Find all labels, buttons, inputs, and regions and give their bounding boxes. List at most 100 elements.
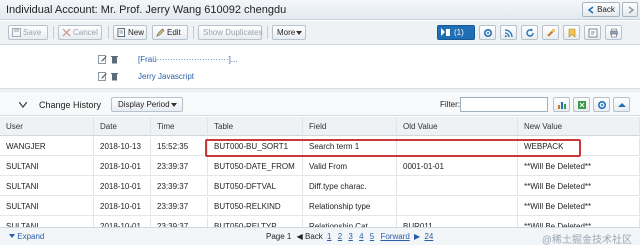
- toolbar-divider: [53, 26, 54, 39]
- toolbar-divider: [193, 26, 194, 39]
- page-link[interactable]: 3: [348, 232, 352, 241]
- back-button[interactable]: Back: [582, 2, 620, 17]
- relationship-link[interactable]: Jerry Javascript: [138, 72, 194, 81]
- arrow-left-icon: [587, 6, 594, 14]
- export-button[interactable]: [573, 97, 590, 112]
- personalize-button[interactable]: [542, 25, 559, 40]
- column-header-new-value[interactable]: New Value: [518, 117, 640, 136]
- filter-label: Filter:: [440, 100, 460, 109]
- cell-user: WANGJER: [0, 137, 94, 156]
- chevron-up-icon: [618, 103, 626, 107]
- cancel-button[interactable]: Cancel: [58, 25, 102, 40]
- trash-icon[interactable]: [110, 55, 119, 64]
- show-duplicates-button[interactable]: Show Duplicates: [198, 25, 263, 40]
- next-page-icon[interactable]: ▶: [414, 232, 420, 241]
- expand-link[interactable]: Expand: [9, 232, 44, 241]
- notifications-button[interactable]: (1): [437, 25, 475, 40]
- save-label: Save: [23, 28, 42, 37]
- cell-new-value: **Will Be Deleted**: [518, 157, 640, 176]
- trash-icon[interactable]: [110, 72, 119, 81]
- cell-field: Relationship type: [303, 197, 397, 216]
- change-history-header: Change History Display Period Filter:: [0, 94, 640, 116]
- table-row[interactable]: SULTANI 2018-10-01 23:39:37 BUT050-DATE_…: [0, 157, 640, 176]
- edit-icon[interactable]: [98, 72, 107, 81]
- refresh-button[interactable]: [521, 25, 538, 40]
- cell-old-value: 0001-01-01: [397, 157, 518, 176]
- rss-button[interactable]: [500, 25, 517, 40]
- column-header-date[interactable]: Date: [94, 117, 151, 136]
- chart-button[interactable]: [553, 97, 570, 112]
- column-header-field[interactable]: Field: [303, 117, 397, 136]
- favorites-button[interactable]: [563, 25, 580, 40]
- page-link[interactable]: 4: [359, 232, 363, 241]
- column-header-table[interactable]: Table: [208, 117, 303, 136]
- back-button-label: Back: [597, 5, 615, 14]
- cell-old-value: [397, 177, 518, 196]
- edit-label: Edit: [167, 28, 181, 37]
- cell-new-value: **Will Be Deleted**: [518, 197, 640, 216]
- cell-table: BUT050-RELKIND: [208, 197, 303, 216]
- rss-icon: [504, 29, 513, 38]
- help-button[interactable]: [584, 25, 601, 40]
- previous-page-label[interactable]: Back: [305, 232, 323, 241]
- more-button[interactable]: More: [272, 25, 306, 40]
- new-button[interactable]: New: [113, 25, 147, 40]
- toolbar-divider: [108, 26, 109, 39]
- print-button[interactable]: [605, 25, 622, 40]
- previous-page-icon[interactable]: ◀: [297, 232, 303, 241]
- cell-user: SULTANI: [0, 197, 94, 216]
- gear-icon: [483, 28, 493, 38]
- settings-button[interactable]: [479, 25, 496, 40]
- message-icon: [441, 28, 450, 36]
- printer-icon: [610, 28, 618, 38]
- gear-icon: [597, 100, 607, 110]
- toolbar: Save Cancel New Edit Show Duplicates Mor…: [0, 21, 640, 45]
- cell-field: Diff.type charac.: [303, 177, 397, 196]
- pencil-icon: [156, 28, 165, 37]
- display-period-label: Display Period: [118, 100, 170, 109]
- show-duplicates-label: Show Duplicates: [203, 28, 263, 37]
- page-link[interactable]: 1: [327, 232, 331, 241]
- edit-icon[interactable]: [98, 55, 107, 64]
- table-row[interactable]: SULTANI 2018-10-01 23:39:37 BUT050-RELKI…: [0, 197, 640, 216]
- save-button[interactable]: Save: [8, 25, 48, 40]
- filter-input[interactable]: [460, 97, 548, 112]
- bar-chart-icon: [558, 102, 566, 109]
- chevron-down-icon[interactable]: [19, 102, 27, 108]
- column-header-time[interactable]: Time: [151, 117, 208, 136]
- column-header-old-value[interactable]: Old Value: [397, 117, 518, 136]
- cell-table: BUT000-BU_SORT1: [208, 137, 303, 156]
- cell-new-value: WEBPACK: [518, 137, 640, 156]
- watermark: @稀土掘金技术社区: [541, 235, 632, 246]
- table-row[interactable]: SULTANI 2018-10-01 23:39:37 BUT050-DFTVA…: [0, 177, 640, 196]
- table-header-row: User Date Time Table Field Old Value New…: [0, 117, 640, 136]
- section-title: Change History: [39, 100, 102, 110]
- chevron-down-icon: [9, 234, 15, 239]
- page-link[interactable]: 2: [338, 232, 342, 241]
- forward-button[interactable]: [622, 2, 638, 17]
- bookmark-icon: [568, 28, 576, 38]
- next-page-label[interactable]: Forward: [380, 232, 409, 241]
- cell-table: BUT050-DATE_FROM: [208, 157, 303, 176]
- cell-time: 15:52:35: [151, 137, 208, 156]
- column-header-user[interactable]: User: [0, 117, 94, 136]
- cell-time: 23:39:37: [151, 197, 208, 216]
- table-row[interactable]: WANGJER 2018-10-13 15:52:35 BUT000-BU_SO…: [0, 137, 640, 156]
- last-page-link[interactable]: 24: [424, 232, 433, 241]
- relationship-links: [Fraü···························]... Jer…: [0, 46, 640, 88]
- pagination: Page 1 ◀ Back 1 2 3 4 5 Forward ▶ 24: [266, 232, 435, 241]
- title-bar: Individual Account: Mr. Prof. Jerry Wang…: [0, 0, 640, 20]
- cell-time: 23:39:37: [151, 177, 208, 196]
- save-icon: [12, 28, 21, 37]
- edit-button[interactable]: Edit: [152, 25, 188, 40]
- display-period-button[interactable]: Display Period: [111, 97, 183, 112]
- more-label: More: [277, 28, 296, 37]
- table-settings-button[interactable]: [593, 97, 610, 112]
- cancel-label: Cancel: [73, 28, 98, 37]
- relationship-link[interactable]: [Fraü···························]...: [138, 55, 238, 64]
- collapse-button[interactable]: [613, 97, 630, 112]
- page-link[interactable]: 5: [370, 232, 374, 241]
- cell-field: Valid From: [303, 157, 397, 176]
- page-title: Individual Account: Mr. Prof. Jerry Wang…: [6, 4, 287, 16]
- expand-label: Expand: [17, 232, 45, 241]
